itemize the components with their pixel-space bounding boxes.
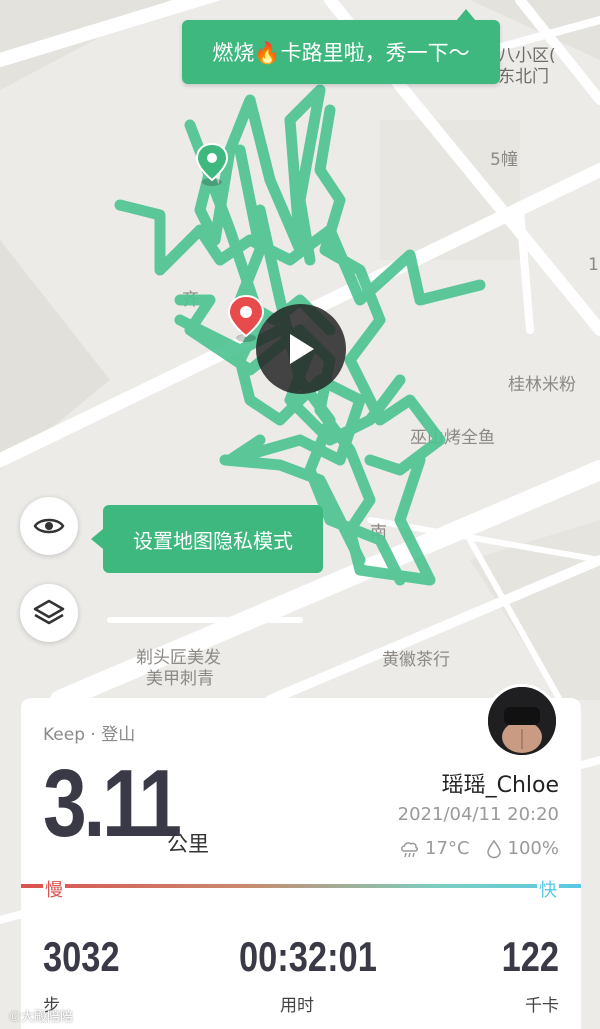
- privacy-mode-text: 设置地图隐私模式: [133, 528, 293, 553]
- calories-value: 122: [501, 933, 559, 980]
- calorie-share-tooltip[interactable]: 燃烧🔥卡路里啦，秀一下～: [182, 9, 500, 84]
- distance-unit: 公里: [167, 832, 209, 856]
- pace-slow-label: 慢: [43, 876, 65, 902]
- humidity: 100%: [507, 838, 559, 859]
- layers-icon: [33, 599, 65, 625]
- play-icon: [290, 334, 314, 364]
- pace-bar: 慢 快: [21, 876, 581, 902]
- privacy-mode-tooltip[interactable]: 设置地图隐私模式: [91, 505, 323, 573]
- steps-value: 3032: [43, 933, 120, 980]
- avatar-image: [488, 687, 556, 755]
- activity-summary-card: Keep · 登山 3.11 公里 瑶瑶_Chloe 2021/04/11 20…: [21, 684, 581, 1029]
- watermark: ©大殿陪陪: [8, 1010, 74, 1025]
- droplet-icon: [486, 839, 501, 858]
- duration-label: 用时: [280, 996, 314, 1016]
- calories-label: 千卡: [525, 996, 559, 1016]
- eye-icon: [33, 518, 65, 534]
- pace-gradient: [21, 884, 581, 888]
- duration-value: 00:32:01: [239, 933, 377, 980]
- activity-datetime: 2021/04/11 20:20: [397, 804, 559, 825]
- distance-value: 3.11: [43, 750, 182, 857]
- pace-fast-label: 快: [537, 876, 559, 902]
- map-layers-button[interactable]: [20, 584, 78, 642]
- avatar[interactable]: [485, 684, 559, 758]
- calorie-share-text: 燃烧🔥卡路里啦，秀一下～: [212, 41, 470, 65]
- play-track-button[interactable]: [256, 304, 346, 394]
- temperature: 17°C: [425, 838, 470, 859]
- privacy-mode-button[interactable]: [20, 497, 78, 555]
- start-marker-icon: [195, 142, 229, 186]
- weather-info: 17°C 100%: [399, 838, 559, 859]
- cloud-rain-icon: [401, 841, 419, 857]
- activity-source: Keep · 登山: [43, 725, 136, 745]
- username: 瑶瑶_Chloe: [441, 773, 559, 798]
